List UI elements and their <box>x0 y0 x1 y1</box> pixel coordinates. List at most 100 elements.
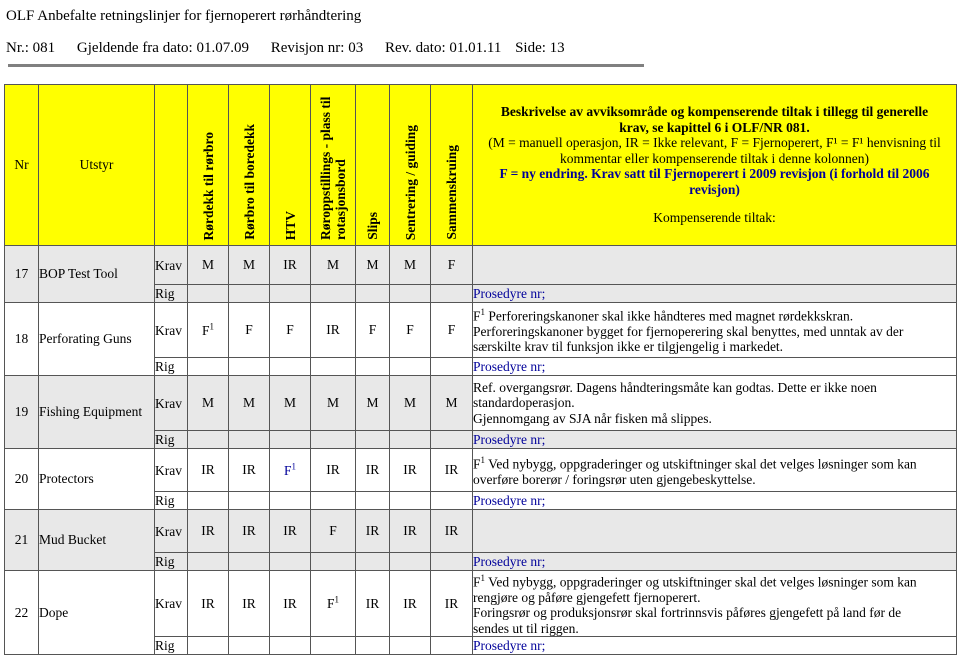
matrix-cell-rig <box>430 357 473 376</box>
header-col-roroppstillingsplass: Røroppstillings - plass til rotasjonsbor… <box>310 84 356 246</box>
matrix-cell-rig <box>430 491 473 510</box>
rig-label: Rig <box>154 552 188 571</box>
matrix-cell-rig <box>430 284 473 303</box>
row-equipment-name: Mud Bucket <box>38 509 155 571</box>
matrix-cell-rig <box>355 552 390 571</box>
matrix-cell: IR <box>269 509 311 553</box>
procedure-number-field[interactable]: Prosedyre nr; <box>472 357 957 376</box>
matrix-cell-rig <box>430 430 473 449</box>
matrix-cell-rig <box>269 491 311 510</box>
matrix-cell: M <box>187 245 229 285</box>
matrix-cell: IR <box>430 448 473 492</box>
matrix-cell: F <box>228 302 270 358</box>
matrix-cell-rig <box>228 357 270 376</box>
rig-label: Rig <box>154 636 188 655</box>
matrix-cell: M <box>228 245 270 285</box>
matrix-cell-rig <box>389 636 431 655</box>
matrix-cell: IR <box>187 448 229 492</box>
matrix-cell-rig <box>310 430 356 449</box>
description-line: Perforeringskanoner bygget for fjernoper… <box>473 324 904 340</box>
desc-line-7: Kompenserende tiltak: <box>653 210 776 226</box>
desc-line-3: (M = manuell operasjon, IR = Ikke releva… <box>488 135 941 151</box>
header-col-label: Sammenskruing <box>444 145 459 240</box>
header-divider <box>8 64 644 67</box>
krav-label: Krav <box>154 509 188 553</box>
row-equipment-name: Dope <box>38 569 155 655</box>
desc-line-1: Beskrivelse av avviksområde og kompenser… <box>500 103 929 119</box>
krav-label: Krav <box>154 448 188 492</box>
row-description: F1 Ved nybygg, oppgraderinger og utskift… <box>472 448 957 492</box>
matrix-cell: F1 <box>310 569 356 638</box>
matrix-cell-rig <box>187 636 229 655</box>
matrix-cell-rig <box>389 552 431 571</box>
table-row: 18 Perforating Guns Krav F1 F F IR F F F F1 Perfor… <box>4 302 957 376</box>
row-equipment-name: BOP Test Tool <box>38 245 155 303</box>
procedure-number-field[interactable]: Prosedyre nr; <box>472 636 957 655</box>
header-col-label: Rørbro til boredekk <box>241 124 257 240</box>
row-equipment-name: Perforating Guns <box>38 302 155 376</box>
matrix-cell-rig <box>389 491 431 510</box>
description-line: særskilte krav til funksjon ikke er tilg… <box>473 339 784 355</box>
matrix-cell-rig <box>310 491 356 510</box>
procedure-number-field[interactable]: Prosedyre nr; <box>472 491 957 510</box>
matrix-cell-rig <box>355 284 390 303</box>
header-col-label: Rørdekk til rørbro <box>200 131 216 241</box>
matrix-cell: M <box>269 375 311 431</box>
procedure-number-field[interactable]: Prosedyre nr; <box>472 552 957 571</box>
description-line: sendes ut til riggen. <box>473 620 579 636</box>
header-col-label: HTV <box>282 210 298 240</box>
matrix-cell: IR <box>389 448 431 492</box>
matrix-cell-rig <box>269 357 311 376</box>
matrix-cell: M <box>389 245 431 285</box>
matrix-cell-rig <box>228 284 270 303</box>
description-line: standardoperasjon. <box>473 395 575 411</box>
matrix-cell: F <box>355 302 390 358</box>
matrix-cell-rig <box>269 284 311 303</box>
header-col-rordekk-til-rorbro: Rørdekk til rørbro <box>187 84 229 246</box>
matrix-cell: F <box>389 302 431 358</box>
matrix-cell: M <box>187 375 229 431</box>
header-col-label: Røroppstillings - plass til rotasjonsbor… <box>318 96 348 240</box>
header-col-rorbro-til-boredekk: Rørbro til boredekk <box>228 84 270 246</box>
header-col-label: Sentrering / guiding <box>402 124 418 240</box>
matrix-cell-rig <box>389 284 431 303</box>
doc-revision: Revisjon nr: 03 <box>270 40 364 56</box>
matrix-cell-rig <box>228 430 270 449</box>
requirements-matrix-table: Nr Utstyr Rørdekk til rørbro Rørbro til … <box>4 84 957 655</box>
header-krav-rig <box>154 84 188 246</box>
matrix-cell-rig <box>355 357 390 376</box>
header-nr: Nr <box>4 84 39 246</box>
row-description <box>472 245 957 285</box>
description-line: F1 Ved nybygg, oppgraderinger og utskift… <box>473 454 917 472</box>
rig-label: Rig <box>154 491 188 510</box>
matrix-cell: F <box>430 302 473 358</box>
desc-line-4: kommentar eller kompenserende tiltak i d… <box>560 150 869 166</box>
procedure-number-field[interactable]: Prosedyre nr; <box>472 284 957 303</box>
matrix-cell-rig <box>310 357 356 376</box>
matrix-cell-rig <box>310 552 356 571</box>
matrix-cell: M <box>310 375 356 431</box>
header-col-htv: HTV <box>269 84 311 246</box>
row-description: Ref. overgangsrør. Dagens håndteringsmåt… <box>472 375 957 431</box>
header-description: Beskrivelse av avviksområde og kompenser… <box>472 84 957 246</box>
krav-label: Krav <box>154 245 188 285</box>
table-row: 19 Fishing Equipment Krav M M M M M M M Ref. overg… <box>4 375 957 449</box>
matrix-cell-rig <box>355 430 390 449</box>
matrix-cell-rig <box>389 357 431 376</box>
doc-page: Side: 13 <box>515 40 565 56</box>
rig-label: Rig <box>154 284 188 303</box>
doc-number: Nr.: 081 <box>6 40 56 56</box>
table-row: 17 BOP Test Tool Krav M M IR M M M F <box>4 245 957 303</box>
matrix-cell-rig <box>389 430 431 449</box>
matrix-cell-rig <box>228 491 270 510</box>
document-header: OLF Anbefalte retningslinjer for fjernop… <box>0 0 959 67</box>
matrix-cell-rig <box>187 491 229 510</box>
matrix-cell-rig <box>187 284 229 303</box>
document-title: OLF Anbefalte retningslinjer for fjernop… <box>6 8 362 24</box>
procedure-number-field[interactable]: Prosedyre nr; <box>472 430 957 449</box>
header-col-sammenskruing: Sammenskruing <box>430 84 473 246</box>
matrix-cell-rig <box>269 552 311 571</box>
matrix-cell: M <box>310 245 356 285</box>
description-line: Ref. overgangsrør. Dagens håndteringsmåt… <box>473 379 877 395</box>
matrix-cell-rig <box>430 552 473 571</box>
